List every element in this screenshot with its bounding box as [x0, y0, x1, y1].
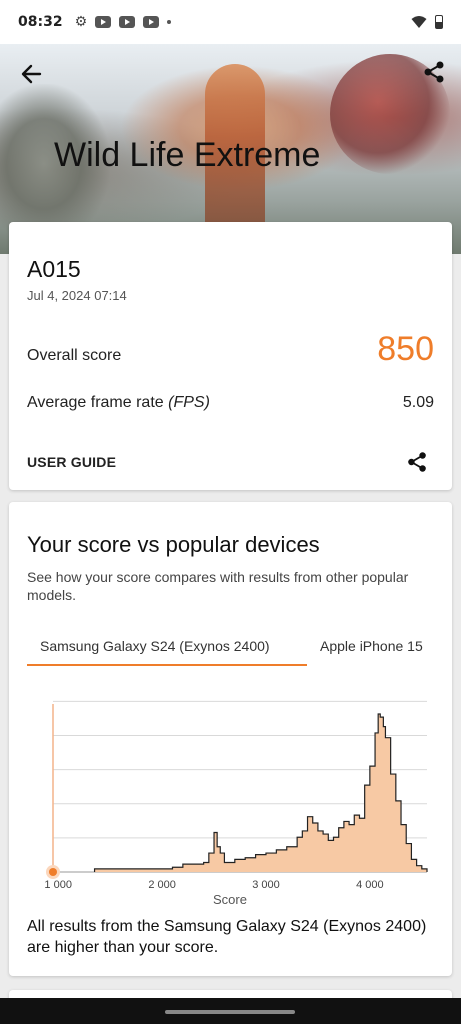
user-guide-link[interactable]: USER GUIDE [27, 454, 116, 470]
fps-value: 5.09 [402, 394, 434, 411]
overall-score-label: Overall score [27, 347, 122, 364]
share-icon[interactable] [420, 58, 448, 86]
x-tick-label: 4 000 [356, 879, 384, 891]
notification-icons: ⚙ [75, 14, 172, 30]
x-tick-label: 2 000 [148, 879, 176, 891]
fps-label: Average frame rate (FPS) [27, 394, 210, 412]
system-icons [411, 15, 443, 29]
x-tick-label: 1 000 [44, 879, 72, 891]
your-score-marker [49, 868, 57, 876]
fps-unit: (FPS) [168, 394, 210, 411]
comparison-footnote: All results from the Samsung Galaxy S24 … [27, 918, 427, 956]
comparison-title: Your score vs popular devices [27, 532, 320, 557]
score-distribution-chart: 1 000 2 000 3 000 4 000 Score [44, 700, 428, 906]
result-card: A015 Jul 4, 2024 07:14 Overall score 850… [9, 222, 452, 490]
device-name: A015 [27, 256, 81, 282]
status-bar: 08:32 ⚙ [0, 0, 461, 44]
chart-x-ticks: 1 000 2 000 3 000 4 000 [44, 879, 383, 891]
active-tab-indicator [27, 664, 307, 666]
x-tick-label: 3 000 [252, 879, 280, 891]
share-result-icon[interactable] [404, 449, 430, 475]
comparison-card: Your score vs popular devices See how yo… [9, 502, 452, 976]
wifi-icon [411, 16, 427, 28]
tab-apple-iphone-15[interactable]: Apple iPhone 15 [320, 638, 423, 654]
series-area [94, 714, 428, 872]
youtube-notification-icon [95, 16, 112, 28]
result-date: Jul 4, 2024 07:14 [27, 288, 127, 303]
fps-label-text: Average frame rate [27, 394, 164, 411]
overall-score-value: 850 [377, 330, 434, 368]
comparison-description: See how your score compares with results… [27, 569, 409, 603]
more-notifications-dot-icon [167, 20, 172, 24]
status-time: 08:32 [18, 14, 63, 30]
back-arrow-icon[interactable] [18, 60, 46, 88]
tab-samsung-galaxy-s24[interactable]: Samsung Galaxy S24 (Exynos 2400) [40, 638, 270, 654]
home-gesture-pill[interactable] [165, 1010, 295, 1014]
settings-notification-icon: ⚙ [74, 14, 88, 30]
battery-icon [435, 15, 443, 29]
youtube-notification-icon-2 [119, 16, 136, 28]
youtube-notification-icon-3 [143, 16, 160, 28]
page-title: Wild Life Extreme [54, 136, 321, 174]
x-axis-label: Score [213, 892, 247, 906]
